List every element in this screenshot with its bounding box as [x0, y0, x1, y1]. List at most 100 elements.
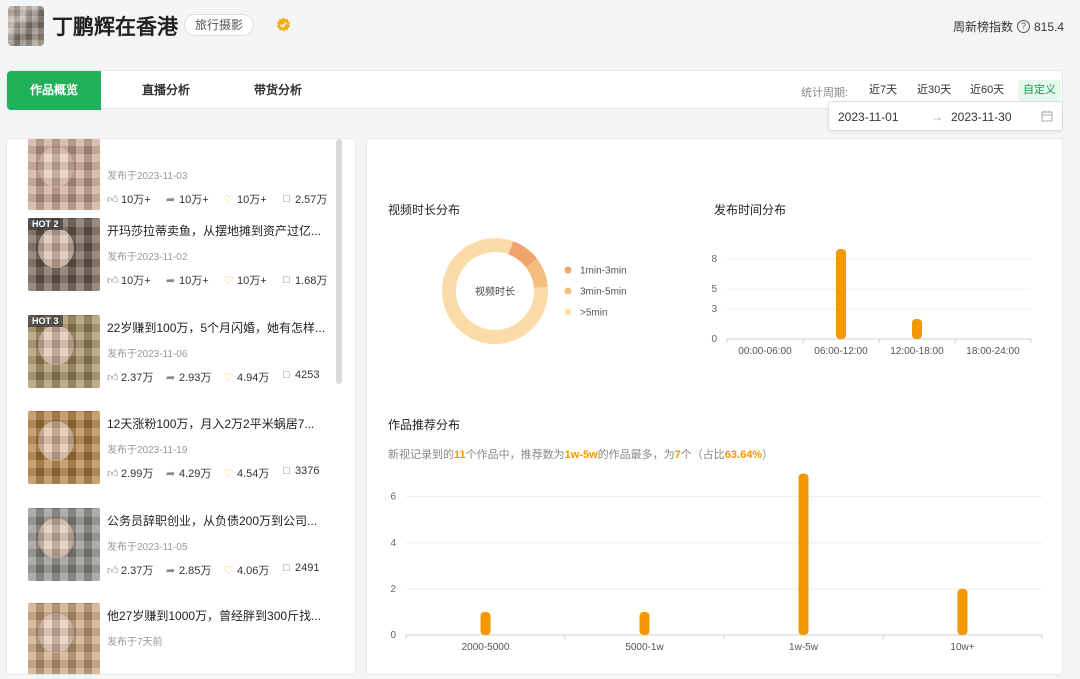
- end-date[interactable]: 2023-11-30: [951, 110, 1012, 124]
- recommend-title: 作品推荐分布: [388, 418, 461, 432]
- thumbs-up-icon: 👍︎: [107, 371, 119, 384]
- hot-badge: HOT 2: [28, 218, 63, 230]
- list-item[interactable]: 公务员辞职创业，从负债200万到公司... 发布于2023-11-05 👍︎ 2.…: [28, 508, 328, 583]
- period-7d[interactable]: 近7天: [864, 80, 902, 101]
- x-tick-label: 1w-5w: [789, 642, 819, 653]
- comment-icon: □: [283, 562, 290, 574]
- x-tick-label: 5000-1w: [625, 642, 664, 653]
- video-thumbnail[interactable]: [28, 411, 100, 484]
- shares-count: 10万+: [179, 194, 209, 206]
- mosaic-overlay: [28, 139, 100, 210]
- favorites-count: 10万+: [237, 194, 267, 206]
- works-list: 发布于2023-11-03 👍︎ 10万+ ➦ 10万+ ♡ 10万+ □ 2.57万 …: [6, 138, 356, 675]
- x-tick-label: 12:00-18:00: [890, 346, 944, 357]
- comments-count: 4253: [295, 369, 320, 381]
- publish-date: 发布于2023-11-03: [107, 171, 188, 182]
- video-title[interactable]: 22岁赚到100万，5个月闪婚，她有怎样...: [107, 319, 329, 336]
- bar: [639, 611, 650, 635]
- help-icon[interactable]: ?: [1016, 20, 1030, 33]
- donut-center-label: 视频时长: [475, 285, 515, 298]
- analysis-panel: 视频时长分布 发布时间分布 作品推荐分布 新视记录到的11个作品中，推荐数为1w…: [366, 138, 1063, 675]
- mosaic-overlay: [28, 603, 100, 674]
- video-thumbnail[interactable]: [28, 139, 100, 210]
- likes-count: 2.99万: [121, 468, 154, 480]
- x-tick-label: 2000-5000: [462, 642, 510, 653]
- x-tick-label: 00:00-06:00: [738, 346, 792, 357]
- heart-icon: ♡: [223, 467, 234, 480]
- period-60d[interactable]: 近60天: [965, 80, 1009, 101]
- bar: [836, 249, 846, 339]
- legend-label: 1min-3min: [580, 266, 627, 277]
- avatar[interactable]: [8, 6, 44, 46]
- tab-works-overview[interactable]: 作品概览: [7, 71, 101, 110]
- tab-live-analysis[interactable]: 直播分析: [121, 71, 211, 110]
- category-tag: 旅行摄影: [184, 14, 255, 36]
- share-icon: ➦: [165, 193, 176, 206]
- recommend-chart: 0 2 4 6 2000-5000 5000-1w 1w-5w 10w+: [390, 473, 1043, 653]
- hot-badge: HOT 3: [28, 315, 63, 327]
- date-range-picker[interactable]: 2023-11-01 → 2023-11-30: [828, 101, 1063, 131]
- y-tick-label: 5: [711, 284, 717, 295]
- comments-stat: □ 3376: [281, 465, 319, 477]
- publish-date: 发布于2023-11-19: [107, 445, 188, 456]
- list-item[interactable]: 发布于2023-11-03 👍︎ 10万+ ➦ 10万+ ♡ 10万+ □ 2.57万: [28, 139, 328, 212]
- video-thumbnail[interactable]: HOT 3: [28, 315, 100, 388]
- calendar-icon[interactable]: [1041, 110, 1053, 122]
- period-30d[interactable]: 近30天: [912, 80, 956, 101]
- comments-stat: □ 2491: [281, 562, 319, 574]
- shares-stat: ➦ 10万+: [165, 272, 209, 288]
- likes-stat: 👍︎ 2.37万: [107, 369, 153, 385]
- comments-count: 3376: [295, 465, 320, 477]
- video-thumbnail[interactable]: [28, 508, 100, 581]
- favorites-stat: ♡ 10万+: [223, 191, 267, 207]
- video-title[interactable]: 他27岁赚到1000万，曾经胖到300斤找...: [107, 607, 329, 624]
- video-thumbnail[interactable]: HOT 2: [28, 218, 100, 291]
- account-name: 丁鹏辉在香港: [52, 16, 178, 39]
- likes-count: 2.37万: [121, 372, 154, 384]
- x-tick-label: 10w+: [950, 642, 974, 653]
- list-scrollbar[interactable]: [336, 139, 342, 384]
- range-separator: →: [931, 110, 943, 124]
- likes-stat: 👍︎ 2.37万: [107, 562, 153, 578]
- list-item[interactable]: 他27岁赚到1000万，曾经胖到300斤找... 发布于7天前 👍︎ ➦ ♡ □: [28, 603, 329, 674]
- tab-sales-analysis[interactable]: 带货分析: [233, 71, 323, 110]
- list-item[interactable]: HOT 3 22岁赚到100万，5个月闪婚，她有怎样... 发布于2023-11…: [28, 315, 328, 390]
- share-icon: ➦: [165, 274, 176, 287]
- favorites-stat: ♡ 4.94万: [223, 369, 270, 385]
- share-icon: ➦: [165, 467, 176, 480]
- video-title[interactable]: 公务员辞职创业，从负债200万到公司...: [107, 512, 329, 529]
- mosaic-overlay: [28, 508, 100, 581]
- thumbs-up-icon: 👍︎: [107, 193, 119, 206]
- heart-icon: ♡: [223, 564, 234, 577]
- likes-count: 10万+: [121, 275, 151, 287]
- favorites-stat: ♡ 4.54万: [223, 465, 270, 481]
- favorites-count: 10万+: [237, 275, 267, 287]
- start-date[interactable]: 2023-11-01: [838, 110, 899, 124]
- bar: [798, 473, 809, 635]
- shares-count: 4.29万: [179, 468, 212, 480]
- video-thumbnail[interactable]: [28, 603, 100, 674]
- list-item[interactable]: 12天涨粉100万，月入2万2平米蜗居7... 发布于2023-11-19 👍︎…: [28, 411, 328, 486]
- video-title[interactable]: 12天涨粉100万，月入2万2平米蜗居7...: [107, 415, 329, 432]
- publish-title: 发布时间分布: [714, 203, 787, 217]
- legend-label: >5min: [580, 308, 608, 319]
- publish-date: 发布于2023-11-05: [107, 542, 188, 553]
- comments-stat: □ 4253: [281, 369, 319, 381]
- publish-date: 发布于2023-11-06: [107, 349, 188, 360]
- share-icon: ➦: [165, 371, 176, 384]
- shares-count: 2.85万: [179, 565, 212, 577]
- duration-donut-chart: 视频时长 1min-3min 3min-5min >5min: [442, 238, 627, 344]
- shares-stat: ➦ 4.29万: [165, 465, 212, 481]
- duration-title: 视频时长分布: [388, 203, 461, 217]
- period-custom[interactable]: 自定义: [1018, 80, 1061, 101]
- publish-date: 发布于2023-11-02: [107, 252, 188, 263]
- weekly-index: 周新榜指数 ? 815.4: [953, 18, 1064, 35]
- comment-icon: □: [283, 193, 290, 205]
- legend-dot: [564, 308, 572, 316]
- heart-icon: ♡: [223, 371, 234, 384]
- donut-slice: [508, 241, 538, 268]
- video-title[interactable]: 开玛莎拉蒂卖鱼，从摆地摊到资产过亿...: [107, 222, 329, 239]
- favorites-stat: ♡ 10万+: [223, 272, 267, 288]
- likes-stat: 👍︎ 2.99万: [107, 465, 153, 481]
- list-item[interactable]: HOT 2 开玛莎拉蒂卖鱼，从摆地摊到资产过亿... 发布于2023-11-02…: [28, 218, 328, 293]
